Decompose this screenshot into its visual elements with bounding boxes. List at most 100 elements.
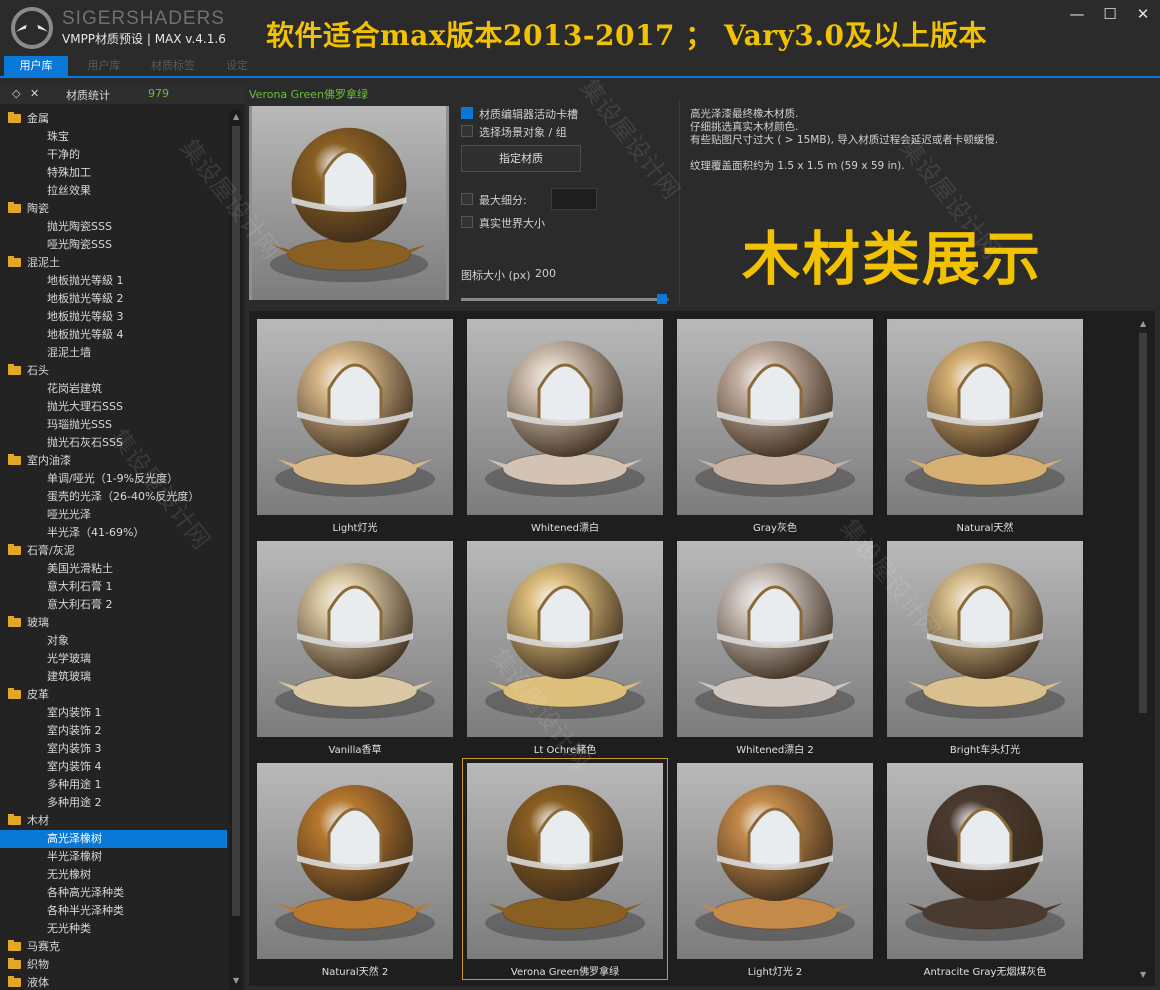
material-swatch[interactable]: Vanilla香草: [253, 537, 457, 757]
tree-item[interactable]: 室内装饰 4: [0, 758, 230, 776]
grid-scroll-thumb[interactable]: [1139, 333, 1147, 713]
tree-item[interactable]: 蛋壳的光泽（26-40%反光度）: [0, 488, 230, 506]
tree-category[interactable]: 室内油漆: [0, 452, 230, 470]
tree-item[interactable]: 花岗岩建筑: [0, 380, 230, 398]
tree-scrollbar[interactable]: ▲ ▼: [230, 110, 242, 990]
tree-item[interactable]: 对象: [0, 632, 230, 650]
assign-material-button[interactable]: 指定材质: [461, 145, 581, 172]
tree-item[interactable]: 特殊加工: [0, 164, 230, 182]
tab-material-tags[interactable]: 材质标签: [140, 56, 206, 76]
tree-item[interactable]: 光学玻璃: [0, 650, 230, 668]
material-thumbnail[interactable]: [677, 763, 873, 959]
icon-size-slider[interactable]: [461, 294, 669, 304]
tree-item[interactable]: 哑光光泽: [0, 506, 230, 524]
material-thumbnail[interactable]: [677, 319, 873, 515]
grid-scroll-down-icon[interactable]: ▼: [1140, 970, 1146, 979]
grid-scroll-up-icon[interactable]: ▲: [1140, 319, 1146, 328]
scroll-down-icon[interactable]: ▼: [233, 976, 239, 985]
material-swatch[interactable]: Lt Ochre赭色: [463, 537, 667, 757]
tab-user-library[interactable]: 用户库: [4, 56, 68, 76]
tree-item[interactable]: 各种半光泽种类: [0, 902, 230, 920]
max-subdiv-input[interactable]: [551, 188, 597, 210]
tree-item[interactable]: 无光种类: [0, 920, 230, 938]
tree-scroll-thumb[interactable]: [232, 126, 240, 916]
tree-item[interactable]: 干净的: [0, 146, 230, 164]
material-swatch[interactable]: Whitened漂白 2: [673, 537, 877, 757]
tree-item[interactable]: 哑光陶瓷SSS: [0, 236, 230, 254]
real-world-checkbox[interactable]: [461, 216, 473, 228]
tree-item[interactable]: 意大利石膏 1: [0, 578, 230, 596]
material-swatch[interactable]: Light灯光: [253, 315, 457, 535]
material-thumbnail[interactable]: [257, 319, 453, 515]
minimize-button[interactable]: —: [1066, 4, 1088, 24]
material-swatch[interactable]: Natural天然 2: [253, 759, 457, 979]
tree-item[interactable]: 室内装饰 1: [0, 704, 230, 722]
tree-item[interactable]: 半光泽橡树: [0, 848, 230, 866]
material-swatch[interactable]: Light灯光 2: [673, 759, 877, 979]
tree-category[interactable]: 混泥土: [0, 254, 230, 272]
tree-item[interactable]: 多种用途 2: [0, 794, 230, 812]
tree-item[interactable]: 建筑玻璃: [0, 668, 230, 686]
tab-user-library-2[interactable]: 用户库: [74, 56, 134, 76]
material-swatch[interactable]: Gray灰色: [673, 315, 877, 535]
expand-all-icon[interactable]: ◇: [12, 87, 20, 100]
tree-category[interactable]: 石头: [0, 362, 230, 380]
tree-item[interactable]: 拉丝效果: [0, 182, 230, 200]
tree-item[interactable]: 室内装饰 2: [0, 722, 230, 740]
grid-scrollbar[interactable]: ▲ ▼: [1137, 315, 1149, 983]
collapse-all-icon[interactable]: ✕: [30, 87, 39, 100]
material-thumbnail[interactable]: [677, 541, 873, 737]
material-swatch[interactable]: Bright车头灯光: [883, 537, 1087, 757]
tree-item[interactable]: 地板抛光等級 1: [0, 272, 230, 290]
material-thumbnail[interactable]: [887, 541, 1083, 737]
max-subdiv-checkbox[interactable]: [461, 193, 473, 205]
tree-node-label: 木材: [27, 814, 49, 827]
tab-settings[interactable]: 设定: [212, 56, 262, 76]
tree-category[interactable]: 玻璃: [0, 614, 230, 632]
tree-category[interactable]: 陶瓷: [0, 200, 230, 218]
material-thumbnail[interactable]: [467, 319, 663, 515]
tree-item[interactable]: 抛光大理石SSS: [0, 398, 230, 416]
tree-item[interactable]: 混泥土墙: [0, 344, 230, 362]
tree-category[interactable]: 皮革: [0, 686, 230, 704]
tree-item[interactable]: 室内装饰 3: [0, 740, 230, 758]
tree-item[interactable]: 地板抛光等級 4: [0, 326, 230, 344]
material-swatch[interactable]: Antracite Gray无烟煤灰色: [883, 759, 1087, 979]
tree-item[interactable]: 单调/哑光（1-9%反光度）: [0, 470, 230, 488]
tree-category[interactable]: 马赛克: [0, 938, 230, 956]
tree-item[interactable]: 地板抛光等級 3: [0, 308, 230, 326]
tree-item[interactable]: 抛光陶瓷SSS: [0, 218, 230, 236]
tree-item[interactable]: 珠宝: [0, 128, 230, 146]
material-thumbnail[interactable]: [887, 319, 1083, 515]
material-thumbnail[interactable]: [257, 763, 453, 959]
tree-item[interactable]: 意大利石膏 2: [0, 596, 230, 614]
tree-item[interactable]: 多种用途 1: [0, 776, 230, 794]
active-slot-checkbox[interactable]: [461, 107, 473, 119]
tree-item[interactable]: 半光泽（41-69%）: [0, 524, 230, 542]
tree-category[interactable]: 液体: [0, 974, 230, 990]
tree-node-label: 地板抛光等級 3: [47, 310, 124, 323]
material-thumbnail[interactable]: [887, 763, 1083, 959]
scroll-up-icon[interactable]: ▲: [233, 112, 239, 121]
material-thumbnail[interactable]: [467, 541, 663, 737]
tree-item[interactable]: 美国光滑粘土: [0, 560, 230, 578]
tree-category[interactable]: 石膏/灰泥: [0, 542, 230, 560]
select-scene-checkbox[interactable]: [461, 125, 473, 137]
tree-item[interactable]: 各种高光泽种类: [0, 884, 230, 902]
material-swatch[interactable]: Verona Green佛罗拿绿: [462, 758, 668, 980]
tree-item[interactable]: 玛瑙抛光SSS: [0, 416, 230, 434]
material-thumbnail[interactable]: [467, 763, 663, 959]
material-thumbnail[interactable]: [257, 541, 453, 737]
tree-item[interactable]: 无光橡树: [0, 866, 230, 884]
tree-category[interactable]: 木材: [0, 812, 230, 830]
tree-item[interactable]: 高光泽橡树: [0, 830, 227, 848]
tree-category[interactable]: 金属: [0, 110, 230, 128]
tree-item[interactable]: 地板抛光等級 2: [0, 290, 230, 308]
tree-item[interactable]: 抛光石灰石SSS: [0, 434, 230, 452]
icon-size-slider-handle[interactable]: [657, 294, 667, 304]
maximize-button[interactable]: ☐: [1099, 4, 1121, 24]
material-swatch[interactable]: Whitened漂白: [463, 315, 667, 535]
tree-category[interactable]: 织物: [0, 956, 230, 974]
material-swatch[interactable]: Natural天然: [883, 315, 1087, 535]
close-button[interactable]: ✕: [1132, 4, 1154, 24]
